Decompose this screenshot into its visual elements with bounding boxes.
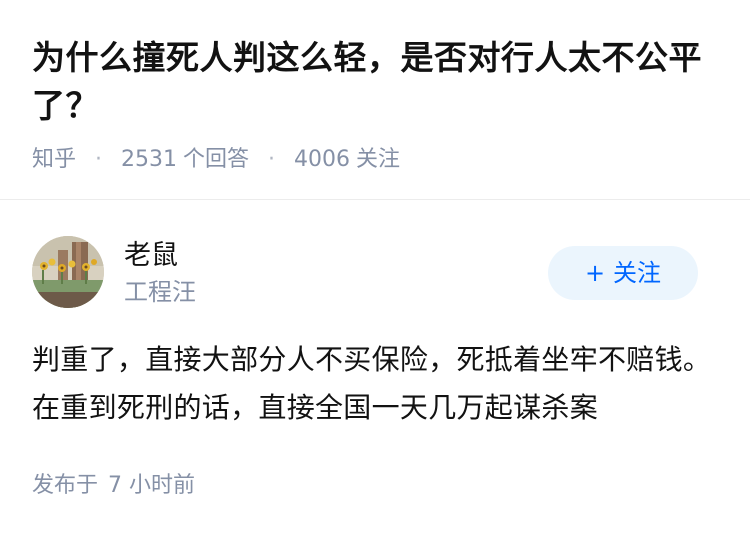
published-time: 7 小时前 xyxy=(108,473,196,498)
follower-count: 4006 xyxy=(294,147,351,172)
meta-separator: · xyxy=(268,147,276,172)
source-label[interactable]: 知乎 xyxy=(32,147,76,172)
answer-publish-time: 发布于 7 小时前 xyxy=(32,470,195,502)
answer-content[interactable]: 判重了，直接大部分人不买保险，死抵着坐牢不赔钱。在重到死刑的话，直接全国一天几万… xyxy=(32,336,722,432)
answer-count: 2531 xyxy=(121,147,178,172)
follow-button-label: 关注 xyxy=(613,259,662,287)
answer-count-label: 个回答 xyxy=(183,147,250,172)
answer-author-row: 老鼠 工程汪 + 关注 xyxy=(32,236,722,310)
question-meta: 知乎 · 2531 个回答 · 4006 关注 xyxy=(32,144,400,176)
meta-separator: · xyxy=(95,147,103,172)
avatar[interactable] xyxy=(32,236,104,308)
follower-count-label: 关注 xyxy=(356,147,401,172)
question-title[interactable]: 为什么撞死人判这么轻，是否对行人太不公平了？ xyxy=(32,34,722,130)
follow-button[interactable]: + 关注 xyxy=(548,246,698,300)
question-header: 为什么撞死人判这么轻，是否对行人太不公平了？ 知乎 · 2531 个回答 · 40… xyxy=(0,0,750,200)
author-headline: 工程汪 xyxy=(124,278,196,306)
published-label: 发布于 xyxy=(32,473,99,498)
plus-icon: + xyxy=(584,259,606,287)
avatar-photo-sunflowers-icon xyxy=(32,236,104,308)
author-name[interactable]: 老鼠 xyxy=(124,238,178,274)
